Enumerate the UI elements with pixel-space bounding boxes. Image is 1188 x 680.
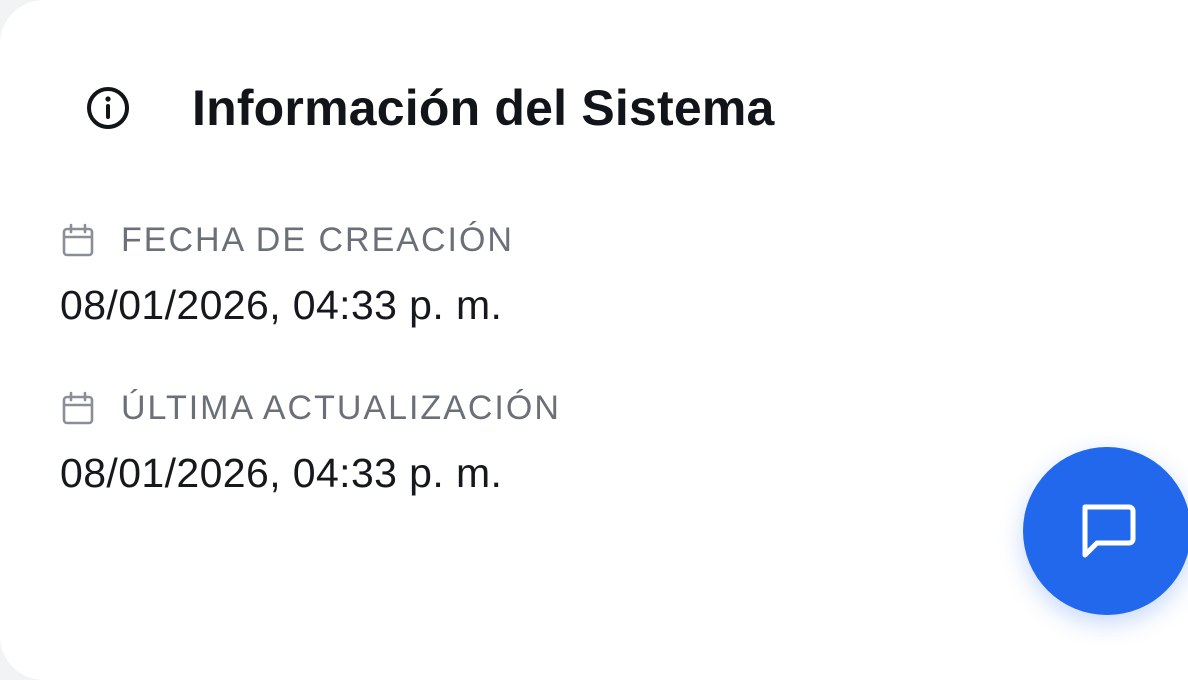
system-info-card: Información del Sistema FECHA DE CREACIÓ…: [0, 0, 1188, 680]
last-update-field: ÚLTIMA ACTUALIZACIÓN 08/01/2026, 04:33 p…: [60, 388, 561, 497]
field-value: 08/01/2026, 04:33 p. m.: [60, 282, 503, 328]
field-label-row: ÚLTIMA ACTUALIZACIÓN: [60, 388, 561, 428]
field-label: FECHA DE CREACIÓN: [121, 220, 514, 259]
creation-date-field: FECHA DE CREACIÓN 08/01/2026, 04:33 p. m…: [60, 220, 514, 329]
field-label-row: FECHA DE CREACIÓN: [60, 220, 514, 260]
field-label: ÚLTIMA ACTUALIZACIÓN: [121, 388, 561, 427]
info-icon: [84, 84, 132, 132]
field-value: 08/01/2026, 04:33 p. m.: [60, 450, 503, 496]
chat-icon: [1075, 497, 1139, 566]
section-header: Información del Sistema: [84, 78, 775, 138]
calendar-icon: [60, 390, 96, 426]
section-title: Información del Sistema: [192, 80, 775, 136]
chat-button[interactable]: [1023, 447, 1188, 615]
calendar-icon: [60, 222, 96, 258]
